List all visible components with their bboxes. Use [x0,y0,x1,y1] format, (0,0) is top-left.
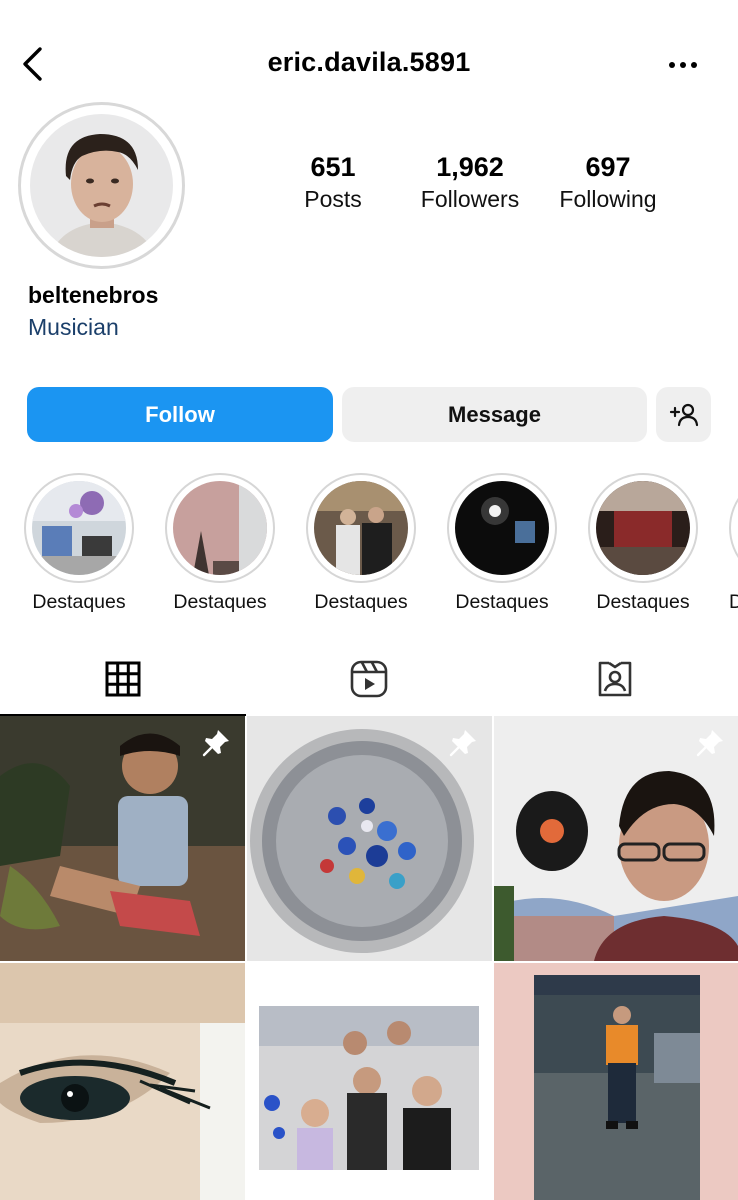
stat-following[interactable]: 697 Following [528,150,688,214]
highlight-label: Destaques [314,591,408,613]
tab-reels[interactable] [246,640,492,718]
pin-icon [449,730,476,757]
story-highlight[interactable]: D [729,473,738,614]
post-thumbnail[interactable] [0,716,245,961]
tagged-icon [598,661,632,697]
highlight-label: D [729,591,738,613]
pin-icon [202,730,229,757]
highlight-thumbnail [314,481,408,575]
profile-category: Musician [28,314,119,340]
stat-posts[interactable]: 651 Posts [253,150,413,214]
profile-tabs [0,640,738,718]
stat-label: Following [559,186,657,212]
reels-icon [350,660,388,698]
post-thumbnail[interactable] [494,716,738,961]
stat-followers[interactable]: 1,962 Followers [390,150,550,214]
profile-display-name: beltenebros [28,282,159,308]
stat-value: 651 [310,152,356,182]
stat-value: 1,962 [436,152,504,182]
avatar[interactable] [30,114,173,257]
highlight-thumbnail [173,481,267,575]
story-highlight[interactable]: Destaques [588,473,698,614]
suggested-users-button[interactable] [656,387,711,442]
highlight-label: Destaques [173,591,267,613]
stat-value: 697 [585,152,631,182]
message-button[interactable]: Message [342,387,647,442]
story-highlight[interactable]: Destaques [165,473,275,614]
highlight-thumbnail [455,481,549,575]
post-thumbnail[interactable] [247,716,492,961]
follow-button[interactable]: Follow [27,387,333,442]
highlight-thumbnail [32,481,126,575]
highlight-label: Destaques [455,591,549,613]
post-thumbnail[interactable] [247,963,492,1200]
post-thumbnail[interactable] [494,963,738,1200]
pin-icon [696,730,723,757]
story-highlight[interactable]: Destaques [306,473,416,614]
tab-tagged[interactable] [492,640,738,718]
stat-label: Followers [420,186,520,212]
avatar-ring[interactable] [18,102,185,269]
tab-grid[interactable] [0,640,246,718]
ellipsis-icon [669,62,697,68]
more-options-button[interactable] [664,52,702,78]
highlight-thumbnail [596,481,690,575]
highlight-label: Destaques [596,591,690,613]
story-highlight[interactable]: Destaques [24,473,134,614]
add-user-icon [669,403,698,426]
page-title: eric.davila.5891 [267,47,471,77]
grid-icon [105,661,141,697]
story-highlight[interactable]: Destaques [447,473,557,614]
stat-label: Posts [304,186,362,212]
post-thumbnail[interactable] [0,963,245,1200]
highlight-label: Destaques [32,591,126,613]
